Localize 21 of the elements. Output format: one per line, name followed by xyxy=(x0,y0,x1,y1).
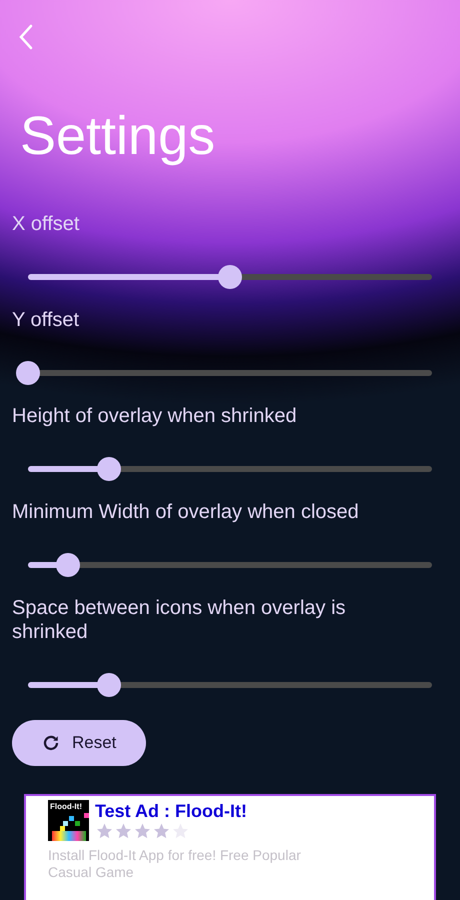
ad-banner[interactable]: Flood-It! Test Ad : Flood-It! Install Flood-It App for free! Free Popular Casual Game xyxy=(24,794,436,900)
reset-button[interactable]: Reset xyxy=(12,720,146,766)
slider-label: Space between icons when overlay is shrinked xyxy=(12,596,347,644)
slider-thumb[interactable] xyxy=(16,361,40,385)
slider-label: Y offset xyxy=(12,308,80,332)
star-icon xyxy=(95,822,114,840)
app-icon: Flood-It! xyxy=(48,800,89,841)
slider-thumb[interactable] xyxy=(96,673,121,697)
ad-title[interactable]: Test Ad : Flood-It! xyxy=(95,800,247,822)
star-icon xyxy=(114,822,133,840)
slider-thumb[interactable] xyxy=(96,457,121,481)
slider-thumb[interactable] xyxy=(56,553,80,577)
slider-label: Height of overlay when shrinked xyxy=(12,404,298,428)
star-icon xyxy=(152,822,171,840)
slider-label: X offset xyxy=(12,212,80,236)
ad-description: Install Flood-It App for free! Free Popular Casual Game xyxy=(48,847,302,881)
page-title: Settings xyxy=(20,106,216,166)
star-icon xyxy=(133,822,152,840)
slider-label: Minimum Width of overlay when closed xyxy=(12,500,360,524)
slider-thumb[interactable] xyxy=(218,265,242,289)
refresh-icon xyxy=(42,734,60,752)
